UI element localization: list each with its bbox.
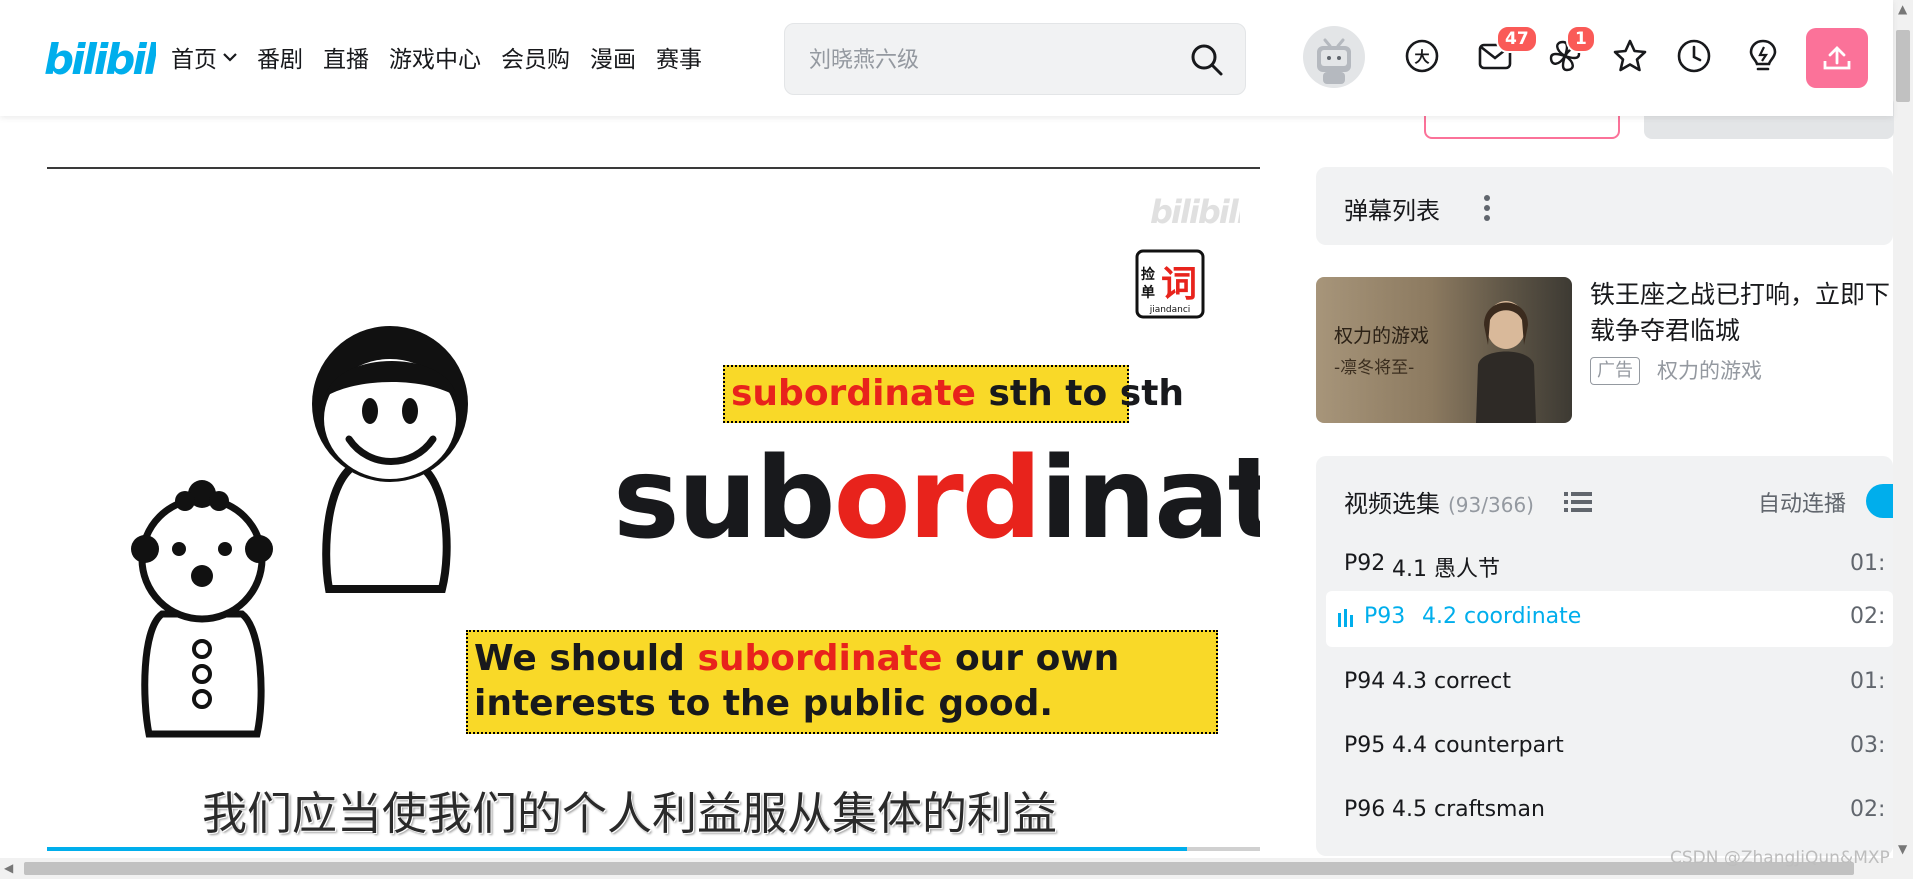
episode-number: P93	[1364, 604, 1406, 629]
episode-title: 4.1 愚人节	[1392, 557, 1500, 582]
horizontal-scroll-thumb[interactable]	[24, 862, 1854, 875]
big-member-icon[interactable]: 大	[1402, 36, 1442, 76]
episode-title: 4.4 counterpart	[1392, 733, 1564, 758]
phrase-rest: sth to sth	[975, 373, 1185, 414]
svg-text:捡: 捡	[1141, 266, 1155, 283]
example-sentence-card: We should subordinate our own interests …	[466, 630, 1218, 734]
episode-list-header: 视频选集 (93/366)	[1344, 484, 1534, 519]
sentence-before: We should	[474, 638, 698, 679]
svg-text:大: 大	[1414, 48, 1429, 66]
cartoon-characters	[131, 326, 468, 738]
vertical-scroll-thumb[interactable]	[1896, 30, 1910, 102]
autoplay-label: 自动连播	[1758, 492, 1847, 517]
nav-vip-shop[interactable]: 会员购	[501, 40, 570, 74]
avatar[interactable]	[1303, 26, 1365, 88]
horizontal-scrollbar[interactable]: ◀	[0, 858, 1893, 879]
nav-esports[interactable]: 赛事	[656, 40, 702, 74]
episode-number: P92	[1344, 551, 1386, 576]
danmaku-list-panel[interactable]: 弹幕列表	[1316, 167, 1893, 245]
word-part-1: sub	[613, 434, 836, 564]
upload-button[interactable]	[1806, 28, 1868, 88]
search-box	[784, 23, 1246, 95]
upload-icon	[1823, 46, 1851, 70]
sentence-highlight: subordinate	[697, 638, 943, 679]
small-kid-illustration	[131, 480, 273, 738]
word-part-2: ord	[833, 434, 1042, 564]
episode-count: (93/366)	[1448, 493, 1534, 517]
favorite-icon[interactable]	[1610, 36, 1650, 76]
svg-text:jiandanci: jiandanci	[1149, 305, 1191, 315]
danmaku-list-title: 弹幕列表	[1344, 197, 1440, 225]
svg-text:bilibili: bilibili	[44, 35, 156, 84]
svg-text:单: 单	[1141, 284, 1155, 301]
playing-indicator-icon	[1338, 609, 1353, 627]
episode-title: 4.3 correct	[1392, 669, 1512, 694]
ad-title[interactable]: 铁王座之战已打响，立即下载争夺君临城	[1590, 277, 1910, 349]
episode-item[interactable]: P95 4.4 counterpart 03:	[1326, 720, 1893, 776]
search-icon[interactable]	[1189, 42, 1225, 78]
main-nav: 首页 番剧 直播 游戏中心 会员购 漫画 赛事	[171, 40, 722, 74]
episode-duration: 01:	[1850, 669, 1886, 694]
phrase-card: subordinate sth to sth	[723, 365, 1184, 423]
ad-card[interactable]: 权力的游戏 -凛冬将至- 铁王座之战已打响，立即下载争夺君临城 广告 权力的游戏	[1316, 277, 1893, 423]
nav-home[interactable]: 首页	[171, 40, 237, 74]
nav-anime[interactable]: 番剧	[257, 40, 303, 74]
episode-number: P96	[1344, 797, 1386, 822]
vocabulary-word: subordinate	[613, 434, 1260, 564]
chevron-down-icon	[223, 53, 237, 62]
episode-duration: 02:	[1850, 604, 1886, 629]
video-progress-fill	[47, 847, 1188, 851]
episode-duration: 02:	[1850, 797, 1886, 822]
jiandanci-logo: 捡 单 词 jiandanci	[1135, 249, 1205, 319]
episode-number: P94	[1344, 669, 1386, 694]
tv-mascot-icon	[1317, 38, 1351, 84]
more-vertical-icon[interactable]	[1482, 193, 1492, 223]
word-part-3: inate	[1039, 434, 1260, 564]
episode-item[interactable]: P96 4.5 craftsman 02:	[1326, 784, 1893, 840]
nav-manga[interactable]: 漫画	[590, 40, 636, 74]
episode-duration: 01:	[1850, 551, 1886, 576]
bilibili-logo[interactable]: bilibili	[44, 30, 156, 84]
episode-title: 4.5 craftsman	[1392, 797, 1545, 822]
scroll-up-arrow-icon[interactable]: ▲	[1898, 2, 1907, 16]
autoplay-toggle[interactable]	[1866, 484, 1893, 518]
vertical-scrollbar[interactable]: ▲ ▼	[1893, 0, 1913, 879]
dynamic-count-badge: 1	[1566, 25, 1596, 53]
ad-thumbnail-subtitle: -凛冬将至-	[1334, 358, 1415, 378]
nav-game-center[interactable]: 游戏中心	[389, 40, 481, 74]
episode-item[interactable]: P94 4.3 correct 01:	[1326, 656, 1893, 712]
ad-thumbnail-title: 权力的游戏	[1334, 325, 1430, 347]
svg-text:bilibili: bilibili	[1150, 193, 1240, 231]
episode-title: 4.2 coordinate	[1422, 604, 1582, 629]
scroll-left-arrow-icon[interactable]: ◀	[4, 861, 13, 875]
top-header: bilibili 首页 番剧 直播 游戏中心 会员购 漫画 赛事 大	[0, 0, 1893, 116]
history-icon[interactable]	[1674, 36, 1714, 76]
phrase-highlight: subordinate	[731, 373, 976, 414]
creation-icon[interactable]	[1743, 36, 1783, 76]
episode-item-active[interactable]: P93 4.2 coordinate 02:	[1326, 591, 1893, 647]
nav-live[interactable]: 直播	[323, 40, 369, 74]
svg-text:词: 词	[1161, 264, 1197, 305]
scroll-down-arrow-icon[interactable]: ▼	[1898, 842, 1907, 856]
episode-number: P95	[1344, 733, 1386, 758]
episode-list-title: 视频选集	[1344, 490, 1440, 518]
ad-tag: 广告	[1590, 357, 1640, 385]
list-view-icon[interactable]	[1564, 492, 1592, 512]
video-subtitle: 我们应当使我们的个人利益服从集体的利益	[202, 787, 1058, 840]
tall-kid-illustration	[312, 326, 468, 593]
ad-source[interactable]: 权力的游戏	[1657, 357, 1762, 385]
csdn-watermark: CSDN @ZhangJiQun&MXP	[1670, 848, 1890, 868]
ad-thumbnail[interactable]: 权力的游戏 -凛冬将至-	[1316, 277, 1572, 423]
video-progress-bar[interactable]	[47, 847, 1260, 851]
ad-character-illustration	[1476, 301, 1536, 423]
episode-duration: 03:	[1850, 733, 1886, 758]
bilibili-watermark: bilibili	[1150, 193, 1240, 231]
episode-list-panel: 视频选集 (93/366) 自动连播 P92 4.1 愚人节 01: P93 4.…	[1316, 456, 1893, 856]
episode-item[interactable]: P92 4.1 愚人节 01:	[1326, 538, 1893, 594]
nav-home-label: 首页	[171, 47, 217, 73]
search-input[interactable]	[809, 44, 1169, 76]
video-player[interactable]: bilibili 捡 单 词 jiandanci subordinate sth…	[47, 167, 1260, 851]
message-count-badge: 47	[1496, 25, 1538, 53]
